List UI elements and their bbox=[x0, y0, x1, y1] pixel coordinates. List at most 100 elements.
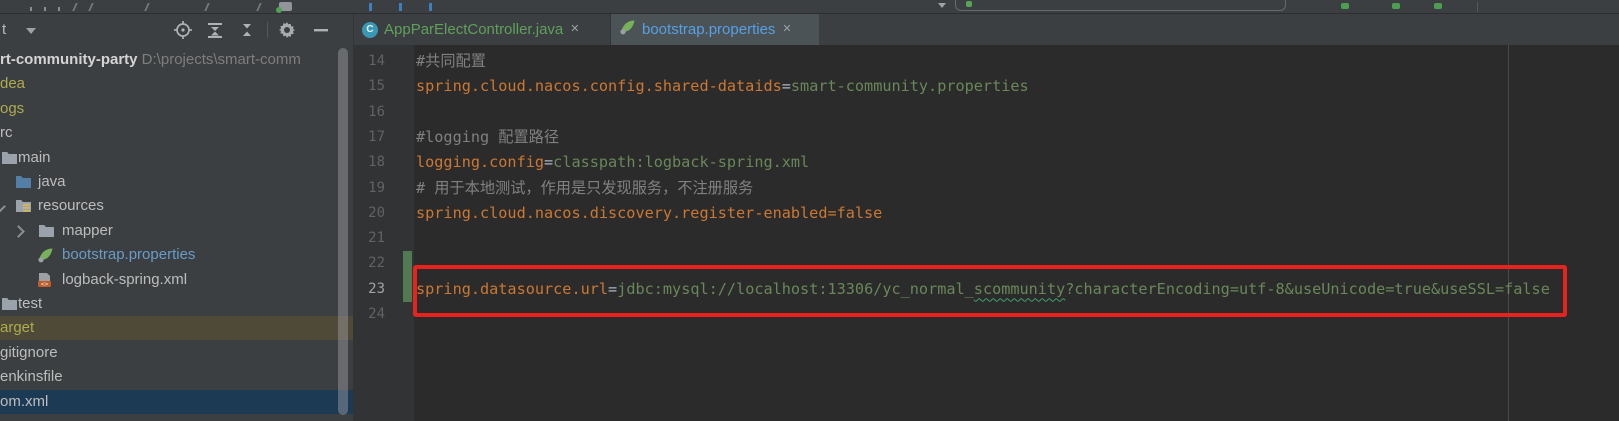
breadcrumb-text-fragment bbox=[58, 7, 60, 11]
tree-row-mapper[interactable]: mapper bbox=[0, 219, 353, 243]
vcs-added-lines-marker bbox=[403, 251, 412, 302]
code-segment: #共同配置 bbox=[416, 52, 486, 70]
code-line-24[interactable] bbox=[414, 302, 416, 327]
spring-leaf-icon bbox=[37, 247, 54, 263]
tab-label: bootstrap.properties bbox=[642, 21, 775, 38]
tree-row-java[interactable]: java bbox=[0, 170, 353, 194]
tree-row-bootstrap.properties[interactable]: bootstrap.properties bbox=[0, 243, 353, 267]
tree-row-ogs[interactable]: ogs bbox=[0, 97, 353, 121]
collapse-all-icon[interactable] bbox=[237, 20, 257, 40]
breadcrumb-text-fragment bbox=[30, 7, 32, 11]
navbar-blue-tick bbox=[429, 3, 432, 11]
tab-bootstrap.properties[interactable]: bootstrap.properties ✕ bbox=[611, 14, 819, 45]
code-line-19[interactable]: # 用于本地测试，作用是只发现服务，不注册服务 bbox=[414, 176, 753, 201]
line-number: 17 bbox=[353, 125, 385, 150]
settings-gear-icon[interactable] bbox=[277, 20, 297, 40]
close-icon[interactable]: ✕ bbox=[782, 24, 791, 35]
navbar-blue-tick bbox=[369, 3, 372, 11]
line-number: 16 bbox=[353, 100, 385, 125]
tree-item-label: logback-spring.xml bbox=[62, 271, 187, 288]
run-config-combo[interactable] bbox=[955, 0, 1286, 11]
main-toolbar-fragment bbox=[0, 0, 1619, 14]
ide-window: t CAppParElectController.java✕bootstrap.… bbox=[0, 0, 1619, 421]
tree-item-label: rc bbox=[0, 124, 13, 141]
tree-row-main[interactable]: main bbox=[0, 146, 353, 170]
code-segment: ?characterEncoding=utf-8&useUnicode=true… bbox=[1065, 280, 1550, 298]
code-line-23[interactable]: spring.datasource.url=jdbc:mysql://local… bbox=[414, 277, 1550, 302]
java-class-icon: C bbox=[362, 22, 378, 38]
code-segment: classpath:logback-spring.xml bbox=[553, 153, 809, 171]
locate-icon[interactable] bbox=[173, 20, 193, 40]
editor-pane[interactable]: 1415161718192021222324 #共同配置 spring.cloud… bbox=[353, 45, 1619, 421]
code-segment: spring.datasource.url bbox=[416, 280, 608, 298]
breadcrumb-separator-slash bbox=[144, 3, 150, 11]
tab-AppParElectController.java[interactable]: C AppParElectController.java ✕ bbox=[354, 14, 611, 45]
tree-item-label: main bbox=[18, 149, 51, 166]
tree-row-om.xml[interactable]: om.xml bbox=[0, 390, 353, 414]
expand-all-icon[interactable] bbox=[205, 20, 225, 40]
breadcrumb-separator-slash bbox=[204, 3, 210, 11]
toolbar-separator bbox=[1477, 2, 1478, 12]
line-number: 20 bbox=[353, 201, 385, 226]
code-line-20[interactable]: spring.cloud.nacos.discovery.register-en… bbox=[414, 201, 882, 226]
tree-item-label: om.xml bbox=[0, 393, 48, 410]
tree-row-gitignore[interactable]: gitignore bbox=[0, 341, 353, 365]
tree-row-dea[interactable]: dea bbox=[0, 72, 353, 96]
chevron-right-icon[interactable] bbox=[12, 225, 25, 238]
spring-leaf-icon bbox=[619, 19, 636, 40]
code-line-21[interactable] bbox=[414, 226, 416, 251]
tree-item-label: mapper bbox=[62, 222, 113, 239]
code-segment: #logging 配置路径 bbox=[416, 128, 559, 146]
code-segment: smart-community.properties bbox=[791, 77, 1029, 95]
project-tree-scrollbar[interactable] bbox=[338, 48, 348, 415]
tab-label: AppParElectController.java bbox=[384, 21, 563, 38]
run-icon-fragment[interactable] bbox=[1341, 3, 1349, 9]
tree-item-label: gitignore bbox=[0, 344, 58, 361]
folder-icon bbox=[1, 296, 18, 312]
tree-row-test[interactable]: test bbox=[0, 292, 353, 316]
right-margin-guide bbox=[1508, 45, 1509, 421]
hide-panel-icon[interactable] bbox=[311, 20, 331, 40]
code-line-14[interactable]: #共同配置 bbox=[414, 49, 486, 74]
tree-row-resources[interactable]: resources bbox=[0, 194, 353, 218]
folder-java-icon bbox=[15, 174, 32, 190]
combo-caret[interactable] bbox=[938, 3, 946, 8]
code-segment: # 用于本地测试，作用是只发现服务，不注册服务 bbox=[416, 179, 753, 197]
code-segment: jdbc:mysql://localhost:13306/yc_normal_ bbox=[617, 280, 974, 298]
code-segment: spring.cloud.nacos.config.shared-dataids bbox=[416, 77, 782, 95]
navbar-file-icon bbox=[279, 2, 292, 11]
chevron-down-icon[interactable] bbox=[0, 201, 6, 214]
tree-item-label: ogs bbox=[0, 100, 24, 117]
tree-row-logback-spring.xml[interactable]: <> logback-spring.xml bbox=[0, 268, 353, 292]
project-panel-title-fragment: t bbox=[2, 21, 6, 38]
code-segment: logging.config bbox=[416, 153, 544, 171]
coverage-icon-fragment[interactable] bbox=[1434, 3, 1442, 9]
folder-icon bbox=[38, 223, 55, 239]
close-icon[interactable]: ✕ bbox=[570, 24, 579, 35]
tree-item-label: rt-community-party D:\projects\smart-com… bbox=[0, 51, 301, 68]
code-line-18[interactable]: logging.config=classpath:logback-spring.… bbox=[414, 150, 809, 175]
toolbar-separator bbox=[267, 22, 268, 38]
code-line-15[interactable]: spring.cloud.nacos.config.shared-dataids… bbox=[414, 74, 1029, 99]
code-line-16[interactable] bbox=[414, 100, 416, 125]
svg-text:<>: <> bbox=[41, 280, 49, 288]
debug-icon-fragment[interactable] bbox=[1392, 3, 1400, 9]
tree-item-label: test bbox=[18, 295, 42, 312]
line-number: 21 bbox=[353, 226, 385, 251]
line-number: 14 bbox=[353, 49, 385, 74]
line-number: 19 bbox=[353, 176, 385, 201]
code-line-22[interactable] bbox=[414, 251, 416, 276]
line-number: 24 bbox=[353, 302, 385, 327]
project-root-row[interactable]: rt-community-party D:\projects\smart-com… bbox=[0, 48, 353, 72]
tree-row-arget[interactable]: arget bbox=[0, 316, 353, 340]
folder-resources-icon bbox=[15, 198, 32, 214]
code-segment: = bbox=[782, 77, 791, 95]
tree-row-enkinsfile[interactable]: enkinsfile bbox=[0, 365, 353, 389]
chevron-down-icon[interactable] bbox=[26, 28, 36, 34]
xml-file-icon: <> bbox=[37, 272, 54, 288]
tree-row-rc[interactable]: rc bbox=[0, 121, 353, 145]
editor-gutter: 1415161718192021222324 bbox=[353, 45, 414, 421]
breadcrumb-separator-slash bbox=[256, 3, 262, 11]
tree-item-label: arget bbox=[0, 319, 34, 336]
code-line-17[interactable]: #logging 配置路径 bbox=[414, 125, 559, 150]
